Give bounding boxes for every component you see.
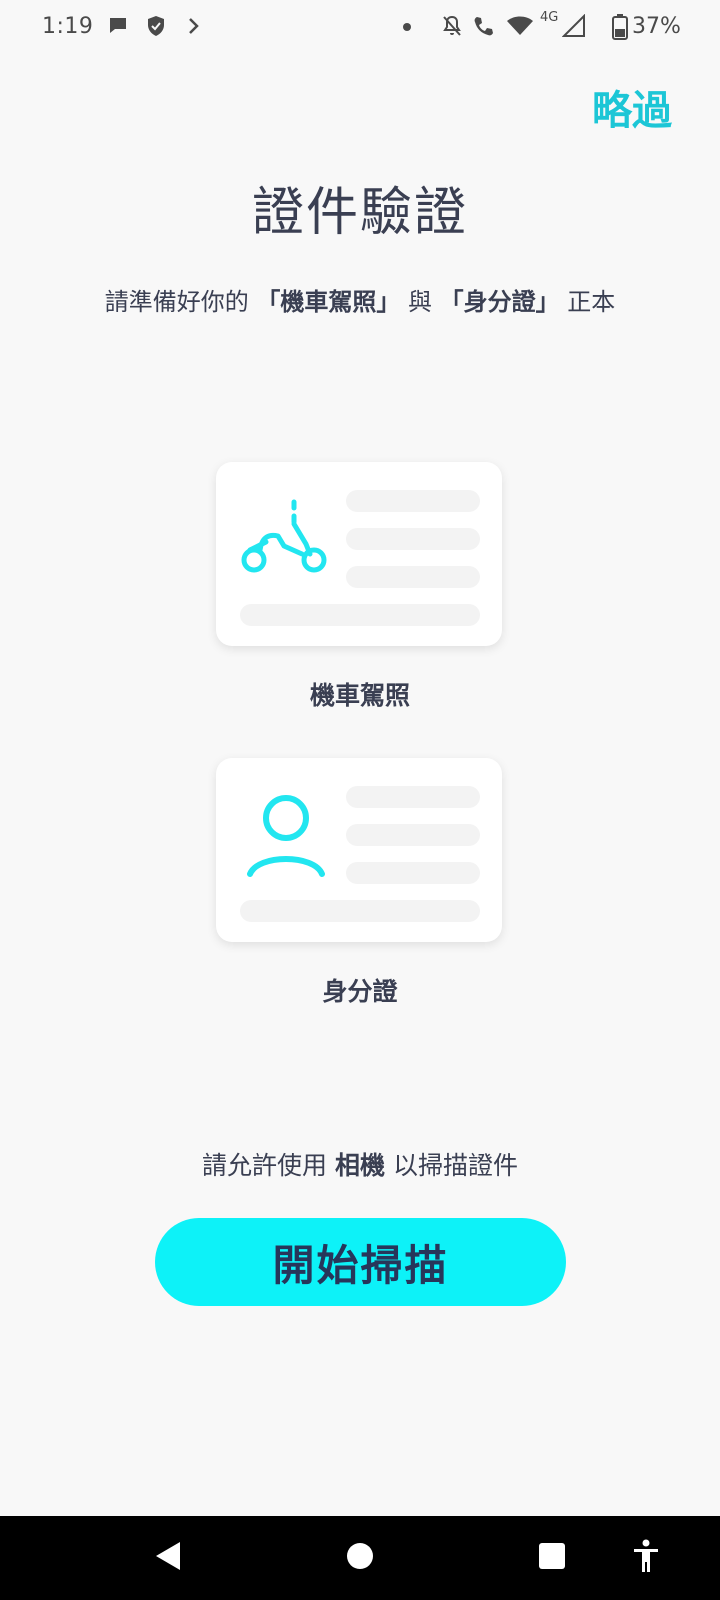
wifi-calling-icon [474, 17, 493, 36]
placeholder-line [346, 490, 480, 512]
placeholder-line [240, 604, 480, 626]
instruction-text: 請準備好你的 「機車駕照」 與 「身分證」 正本 [0, 282, 720, 317]
status-time: 1:19 [42, 14, 94, 39]
placeholder-line [346, 862, 480, 884]
network-type: 4G [540, 10, 559, 25]
battery-level: 37% [632, 14, 681, 39]
instruction-prefix: 請準備好你的 [104, 288, 249, 316]
placeholder-line [240, 900, 480, 922]
accessibility-icon[interactable] [630, 1538, 662, 1574]
camera-permission-text: 請允許使用 相機 以掃描證件 [0, 1146, 720, 1182]
placeholder-line [346, 786, 480, 808]
page-title: 證件驗證 [251, 183, 468, 243]
notifications-off-icon [443, 15, 461, 36]
instruction-suffix: 正本 [567, 288, 616, 316]
navigation-bar [0, 1516, 720, 1600]
placeholder-line [346, 824, 480, 846]
shield-icon [148, 16, 164, 36]
scooter-icon [241, 499, 327, 573]
start-scan-button[interactable]: 開始掃描 [155, 1218, 566, 1306]
chevron-right-icon [189, 18, 199, 34]
instruction-license: 「機車駕照」 [256, 288, 401, 316]
permission-camera: 相機 [334, 1151, 385, 1180]
signal-icon [562, 14, 585, 37]
license-card-label: 機車駕照 [309, 681, 410, 710]
permission-suffix: 以掃描證件 [392, 1151, 518, 1180]
recents-icon[interactable] [536, 1538, 568, 1574]
dot-icon [403, 23, 411, 31]
skip-button[interactable]: 略過 [592, 78, 672, 136]
placeholder-line [346, 566, 480, 588]
battery-icon [612, 14, 628, 40]
instruction-id-card: 「身分證」 [439, 288, 560, 316]
home-icon[interactable] [344, 1538, 376, 1574]
permission-prefix: 請允許使用 [202, 1151, 328, 1180]
status-bar: 1:19 4G 37% [0, 0, 720, 56]
person-icon [247, 795, 325, 877]
wifi-icon [507, 16, 533, 35]
license-card [216, 462, 502, 646]
instruction-joiner: 與 [408, 288, 432, 316]
id-card [216, 758, 502, 942]
back-icon[interactable] [152, 1538, 184, 1574]
placeholder-line [346, 528, 480, 550]
id-card-label: 身分證 [322, 977, 398, 1006]
screen: 1:19 4G 37% 略過 證件驗證 請準備好你的 「機車駕照」 與 「身分證… [0, 0, 720, 1600]
chat-icon [110, 18, 126, 33]
